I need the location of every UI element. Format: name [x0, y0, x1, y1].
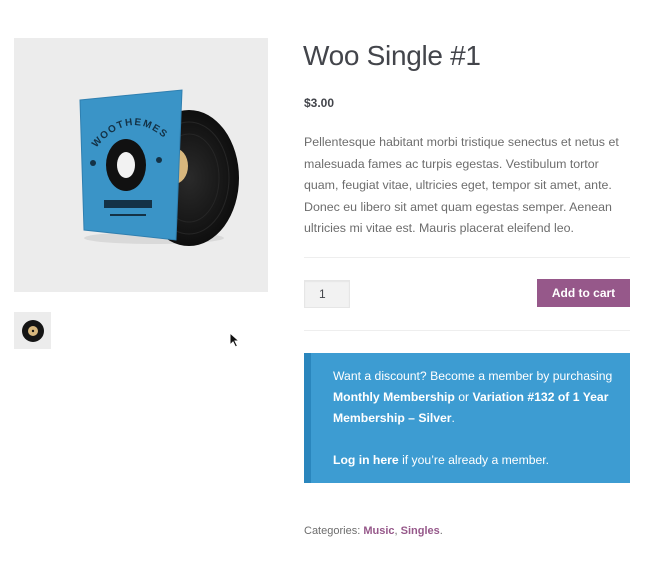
product-title: Woo Single #1 [303, 40, 481, 71]
login-link[interactable]: Log in here [333, 453, 399, 467]
divider [304, 257, 630, 258]
categories-label: Categories: [304, 525, 364, 537]
product-description: Pellentesque habitant morbi tristique se… [304, 135, 619, 235]
vinyl-record-icon: WOOTHEMES [79, 89, 239, 246]
product-price: $3.00 [304, 96, 335, 110]
notice-login: Log in here if you’re already a member. [333, 450, 614, 471]
notice-intro-text: Want a discount? Become a member by purc… [333, 369, 613, 383]
login-suffix-text: if you’re already a member. [398, 453, 550, 467]
categories-end: . [439, 525, 443, 537]
monthly-membership-plan: Monthly Membership [333, 390, 455, 404]
category-link-singles[interactable]: Singles [401, 525, 440, 537]
vinyl-record-icon [21, 319, 44, 342]
category-link-music[interactable]: Music [363, 525, 394, 537]
quantity-input[interactable] [304, 280, 350, 308]
product-main-image[interactable]: WOOTHEMES [14, 38, 268, 292]
notice-or-text: or [454, 390, 473, 404]
product-page: WOOTHEMES Woo Single #1 $3.00 Pellentesq… [0, 0, 650, 562]
product-categories: Categories: Music, Singles. [304, 525, 443, 537]
mouse-cursor-icon [229, 331, 241, 353]
product-thumbnail[interactable] [14, 312, 51, 349]
add-to-cart-button[interactable]: Add to cart [537, 279, 630, 307]
notice-message: Want a discount? Become a member by purc… [333, 366, 614, 429]
divider [304, 330, 630, 331]
membership-discount-notice: Want a discount? Become a member by purc… [304, 353, 630, 483]
notice-period: . [451, 411, 455, 425]
